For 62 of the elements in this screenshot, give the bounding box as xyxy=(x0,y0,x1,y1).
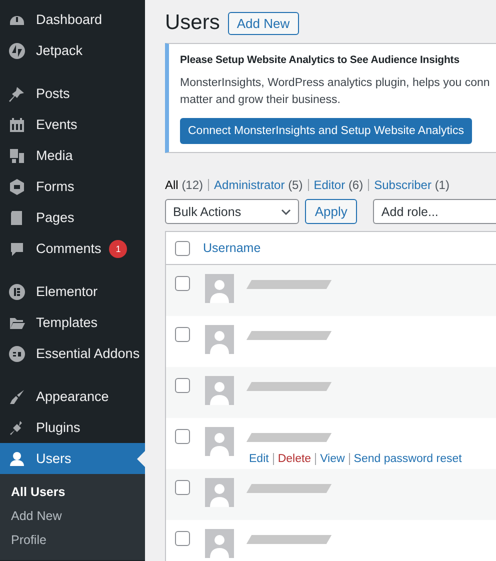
count-badge: 1 xyxy=(109,240,128,258)
avatar-icon xyxy=(205,427,234,456)
sidebar-item[interactable]: Comments 1 xyxy=(0,233,145,264)
row-action-link[interactable]: View xyxy=(320,453,345,465)
avatar-icon xyxy=(205,376,234,405)
chevron-down-icon xyxy=(280,208,291,214)
row-checkbox[interactable] xyxy=(175,327,190,342)
row-checkbox[interactable] xyxy=(175,276,190,291)
media-icon xyxy=(8,146,26,164)
row-checkbox[interactable] xyxy=(175,531,190,546)
row-checkbox[interactable] xyxy=(175,429,190,444)
avatar-icon xyxy=(205,529,234,558)
row-checkbox[interactable] xyxy=(175,378,190,393)
avatar-icon xyxy=(205,325,234,354)
sidebar-item[interactable]: Dashboard xyxy=(0,4,145,35)
filter-count: (12) xyxy=(182,178,204,192)
forms-icon xyxy=(8,178,26,196)
sidebar-item[interactable]: Users xyxy=(0,443,145,474)
add-new-button[interactable]: Add New xyxy=(228,12,299,34)
bulk-actions-select[interactable]: Bulk Actions xyxy=(165,199,299,224)
avatar-icon xyxy=(205,274,234,303)
apply-button[interactable]: Apply xyxy=(304,199,358,224)
role-filter-link[interactable]: Editor xyxy=(314,178,346,192)
sidebar-item[interactable]: Templates xyxy=(0,307,145,338)
filter-count: (5) xyxy=(288,178,303,192)
sidebar-item[interactable]: Media xyxy=(0,140,145,171)
sidebar-item[interactable]: Jetpack xyxy=(0,35,145,66)
pin-icon xyxy=(8,84,26,102)
avatar-icon xyxy=(205,478,234,507)
submenu-item[interactable]: Add New xyxy=(0,504,145,528)
user-icon xyxy=(8,450,26,468)
sidebar-item[interactable]: Posts xyxy=(0,78,145,109)
notice-text: MonsterInsights, WordPress analytics plugin, helps you conn matter and grow their business. xyxy=(180,76,491,108)
brush-icon xyxy=(8,388,26,406)
column-header[interactable]: Username xyxy=(203,241,261,255)
filter-count: (6) xyxy=(348,178,364,192)
page-title: Users xyxy=(165,11,220,35)
row-action-link[interactable]: Edit xyxy=(249,453,269,465)
row-action-link[interactable]: Send password reset xyxy=(354,453,462,465)
connect-analytics-button[interactable]: Connect MonsterInsights and Setup Website Analytics xyxy=(180,118,472,144)
sidebar-item[interactable]: Events xyxy=(0,109,145,140)
sidebar-item[interactable]: Forms xyxy=(0,171,145,202)
filter-count: (1) xyxy=(434,178,450,192)
ea-icon xyxy=(8,344,26,362)
sidebar-item[interactable]: Elementor xyxy=(0,276,145,307)
sidebar-item[interactable]: Appearance xyxy=(0,381,145,412)
elementor-icon xyxy=(8,282,26,300)
calendar-icon xyxy=(8,116,26,134)
role-filter-link[interactable]: All xyxy=(165,178,178,192)
row-checkbox[interactable] xyxy=(175,480,190,495)
sidebar-item[interactable]: Essential Addons xyxy=(0,338,145,369)
delete-link[interactable]: Delete xyxy=(278,453,312,465)
notice-heading: Please Setup Website Analytics to See Audience Insights xyxy=(180,54,460,66)
role-filter-link[interactable]: Subscriber xyxy=(374,178,432,192)
submenu-item[interactable]: All Users xyxy=(0,480,145,504)
submenu-item[interactable]: Profile xyxy=(0,528,145,552)
select-all-checkbox[interactable] xyxy=(175,240,190,256)
jetpack-icon xyxy=(8,42,26,60)
add-role-select[interactable]: Add role... xyxy=(373,199,496,224)
role-filter-link[interactable]: Administrator xyxy=(214,178,285,192)
sidebar-item[interactable]: Pages xyxy=(0,202,145,233)
sidebar-item[interactable]: Plugins xyxy=(0,412,145,443)
